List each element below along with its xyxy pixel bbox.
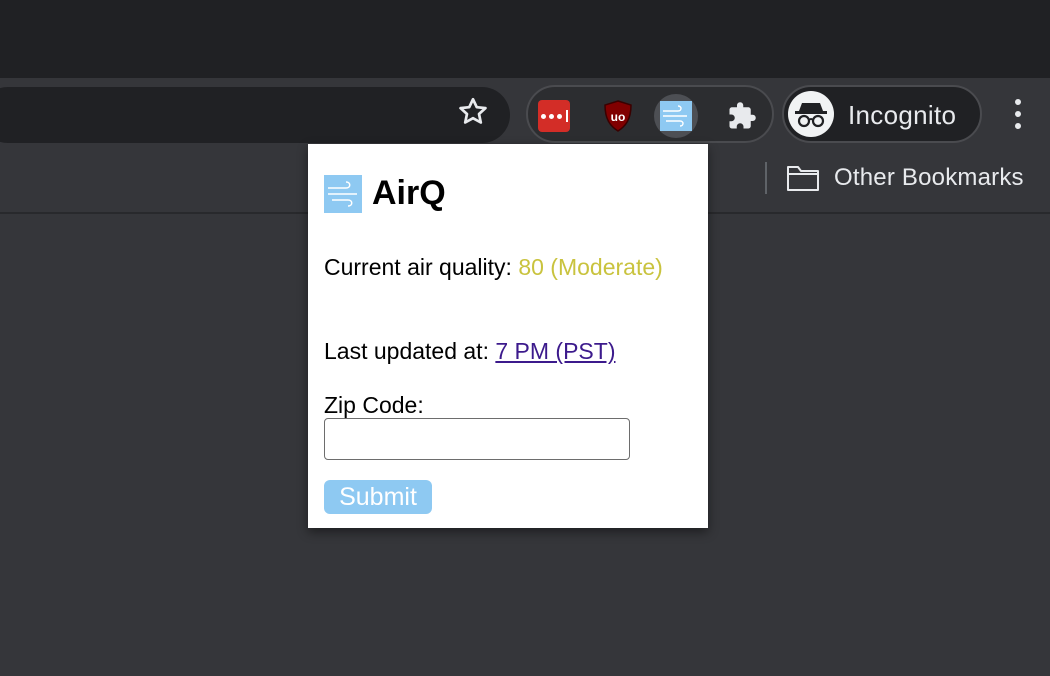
last-updated-label: Last updated at:: [324, 338, 489, 364]
airq-icon: [660, 101, 692, 131]
incognito-icon: [788, 91, 834, 137]
extensions-group: uo: [526, 85, 774, 143]
airq-extension-button[interactable]: [654, 94, 698, 138]
last-updated-time-link[interactable]: 7 PM (PST): [495, 338, 615, 364]
air-quality-line: Current air quality: 80 (Moderate): [324, 252, 684, 282]
bookmark-star-icon[interactable]: [455, 94, 491, 130]
air-quality-category: (Moderate): [550, 254, 663, 280]
lastpass-extension-button[interactable]: [532, 94, 576, 138]
air-quality-label: Current air quality:: [324, 254, 512, 280]
folder-icon: [787, 166, 819, 191]
popup-title: AirQ: [372, 174, 446, 212]
other-bookmarks-button[interactable]: Other Bookmarks: [786, 160, 1024, 196]
submit-button[interactable]: Submit: [324, 480, 432, 514]
puzzle-piece-icon: [729, 102, 756, 129]
lastpass-icon: [538, 100, 570, 132]
other-bookmarks-label: Other Bookmarks: [834, 164, 1024, 191]
kebab-menu-icon[interactable]: [1004, 96, 1032, 132]
ublock-origin-icon: uo: [604, 100, 632, 132]
browser-titlebar: [0, 0, 1050, 78]
profile-label: Incognito: [848, 100, 957, 130]
svg-text:uo: uo: [611, 110, 626, 124]
incognito-profile-button[interactable]: Incognito: [782, 85, 982, 143]
address-bar[interactable]: [0, 87, 510, 143]
zip-code-label: Zip Code:: [324, 392, 424, 418]
popup-header: AirQ: [324, 174, 446, 213]
extensions-button[interactable]: [720, 94, 764, 138]
browser-toolbar: uo Incognito: [0, 78, 1050, 144]
airq-popup: AirQ Current air quality: 80 (Moderate) …: [308, 144, 708, 528]
zip-code-input[interactable]: [324, 418, 630, 460]
ublock-extension-button[interactable]: uo: [596, 94, 640, 138]
air-quality-value: 80: [518, 254, 544, 280]
airq-logo-icon: [324, 174, 362, 213]
last-updated-line: Last updated at: 7 PM (PST): [324, 336, 615, 366]
bookmarks-divider: [765, 162, 767, 194]
